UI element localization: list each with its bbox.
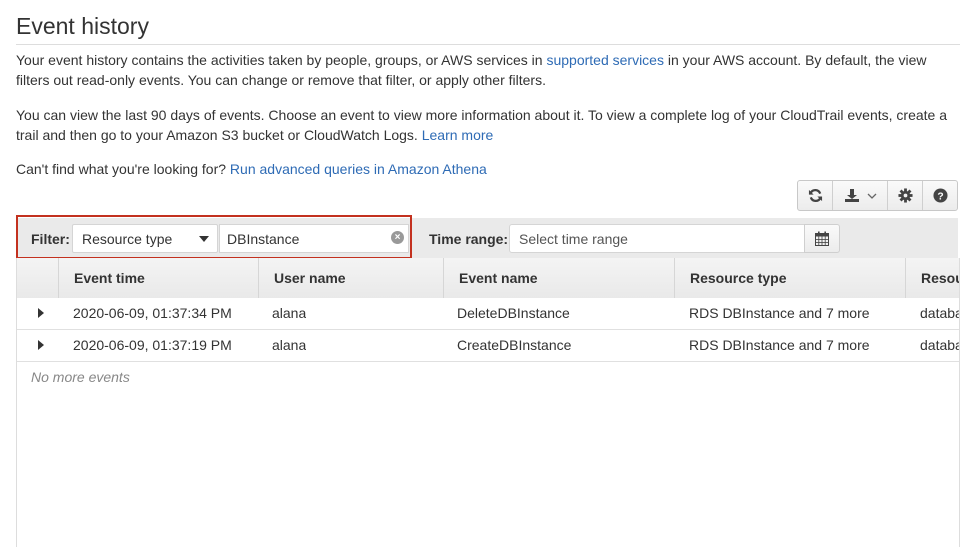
table-header: Event time User name Event name Resource… <box>17 258 959 299</box>
column-header-event-time[interactable]: Event time <box>58 258 258 298</box>
time-range-input[interactable]: Select time range <box>509 224 805 253</box>
title-divider <box>16 44 960 45</box>
svg-text:?: ? <box>937 192 943 203</box>
column-header-event-name[interactable]: Event name <box>443 258 674 298</box>
column-header-resource-name[interactable]: Resou <box>905 258 959 298</box>
learn-more-link[interactable]: Learn more <box>422 127 494 143</box>
resource-name-cell: databa <box>920 337 960 353</box>
chevron-down-icon <box>867 193 876 199</box>
user-name-cell: alana <box>272 337 307 353</box>
athena-queries-link[interactable]: Run advanced queries in Amazon Athena <box>230 161 487 177</box>
supported-services-link[interactable]: supported services <box>546 52 664 68</box>
page-title: Event history <box>16 13 149 39</box>
expand-column-header <box>17 258 58 298</box>
intro-text: Can't find what you're looking for? <box>16 161 230 177</box>
table-row[interactable]: 2020-06-09, 01:37:34 PM alana DeleteDBIn… <box>17 298 959 330</box>
resource-type-cell: RDS DBInstance and 7 more <box>689 337 870 353</box>
refresh-button[interactable] <box>798 181 833 210</box>
intro-paragraph-1: Your event history contains the activiti… <box>16 50 956 90</box>
intro-paragraph-2: You can view the last 90 days of events.… <box>16 105 956 145</box>
time-range-placeholder: Select time range <box>519 231 628 247</box>
resource-name-cell: databa <box>920 305 960 321</box>
no-more-events-text: No more events <box>31 369 130 385</box>
calendar-button[interactable] <box>804 224 840 253</box>
gear-icon <box>897 188 913 203</box>
calendar-icon <box>815 231 829 246</box>
event-time-cell: 2020-06-09, 01:37:34 PM <box>73 305 232 321</box>
column-header-resource-type[interactable]: Resource type <box>674 258 905 298</box>
filter-value-text: DBInstance <box>227 231 300 247</box>
table-toolbar: ? <box>797 180 958 211</box>
event-name-cell[interactable]: CreateDBInstance <box>457 330 571 361</box>
filter-value-input[interactable]: DBInstance × <box>219 224 409 253</box>
time-range-label: Time range: <box>429 231 509 247</box>
help-button[interactable]: ? <box>923 181 957 210</box>
intro-text: Your event history contains the activiti… <box>16 52 547 68</box>
download-button[interactable] <box>833 181 888 210</box>
expand-row-icon[interactable] <box>38 340 44 350</box>
events-table: Event time User name Event name Resource… <box>16 258 960 547</box>
caret-down-icon <box>199 236 209 242</box>
help-icon: ? <box>932 188 948 203</box>
filter-label: Filter: <box>31 231 70 247</box>
clear-icon[interactable]: × <box>391 231 404 244</box>
column-header-user-name[interactable]: User name <box>258 258 443 298</box>
user-name-cell: alana <box>272 305 307 321</box>
refresh-icon <box>808 188 822 203</box>
intro-paragraph-3: Can't find what you're looking for? Run … <box>16 159 956 179</box>
table-row[interactable]: 2020-06-09, 01:37:19 PM alana CreateDBIn… <box>17 330 959 362</box>
event-name-cell[interactable]: DeleteDBInstance <box>457 298 570 329</box>
event-time-cell: 2020-06-09, 01:37:19 PM <box>73 337 232 353</box>
expand-row-icon[interactable] <box>38 308 44 318</box>
resource-type-cell: RDS DBInstance and 7 more <box>689 305 870 321</box>
filter-attribute-value: Resource type <box>82 231 173 247</box>
download-icon <box>844 189 859 202</box>
settings-button[interactable] <box>888 181 923 210</box>
filter-attribute-select[interactable]: Resource type <box>72 224 218 253</box>
